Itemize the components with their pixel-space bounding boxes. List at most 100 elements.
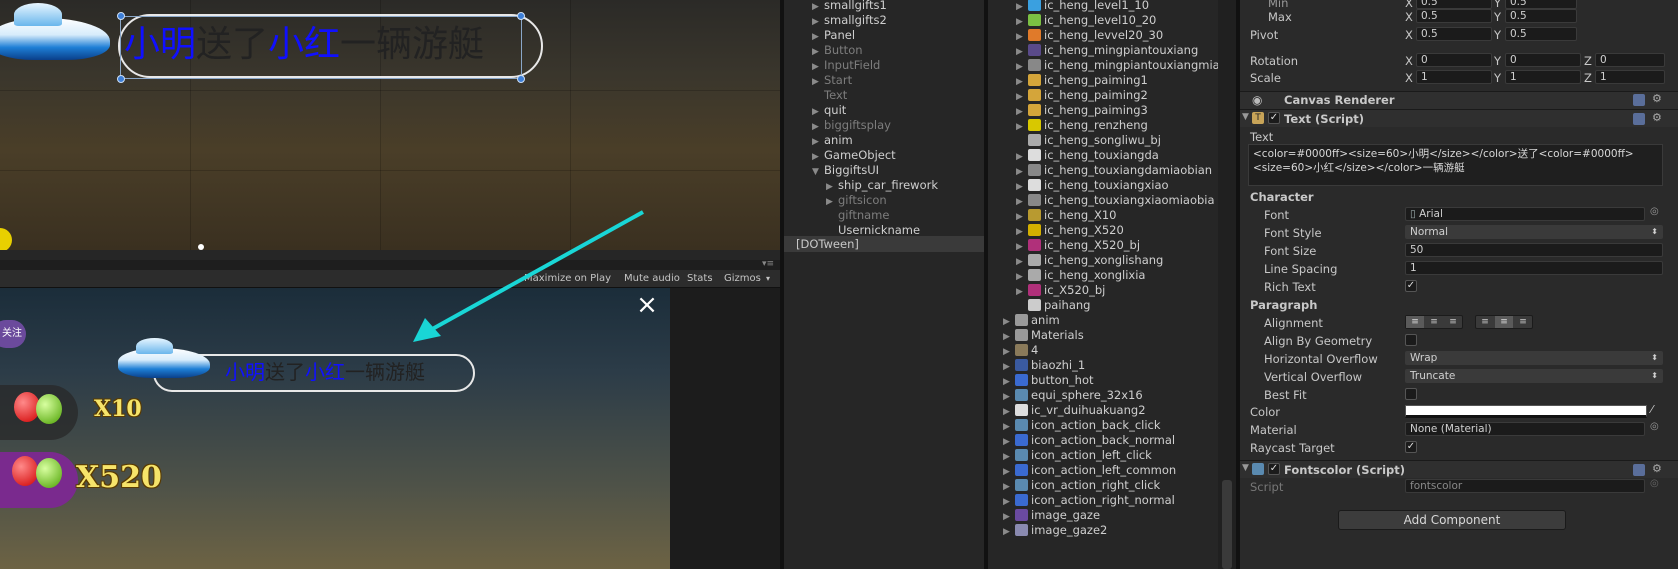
raycast-target-checkbox[interactable]: ✓: [1405, 441, 1417, 453]
object-picker-icon[interactable]: ◎: [1650, 206, 1659, 217]
hierarchy-item[interactable]: ▶ GameObject: [812, 147, 896, 163]
project-item[interactable]: ▶ ic_heng_paiming3: [1016, 102, 1148, 118]
expand-arrow-icon[interactable]: ▶: [1003, 524, 1015, 540]
gizmos-dropdown-icon[interactable]: ▾: [762, 272, 774, 286]
pivot-y-field[interactable]: 0.5: [1505, 27, 1577, 41]
color-swatch[interactable]: [1405, 405, 1647, 418]
project-item[interactable]: ▶ ic_heng_touxiangda: [1016, 147, 1159, 163]
font-size-field[interactable]: 50: [1405, 243, 1663, 257]
project-item[interactable]: ▶ ic_heng_renzheng: [1016, 117, 1148, 133]
scale-x-field[interactable]: 1: [1416, 70, 1492, 84]
hierarchy-item[interactable]: ▶ giftsicon: [826, 192, 887, 208]
project-item[interactable]: ▶ equi_sphere_32x16: [1003, 387, 1143, 403]
text-content-area[interactable]: <color=#0000ff><size=60>小明</size></color…: [1248, 144, 1663, 186]
project-item[interactable]: ▶ ic_heng_paiming1: [1016, 72, 1148, 88]
project-item[interactable]: ▶ ic_X520_bj: [1016, 282, 1105, 298]
vertical-overflow-dropdown[interactable]: Truncate ⬍: [1405, 369, 1663, 383]
horizontal-overflow-dropdown[interactable]: Wrap ⬍: [1405, 351, 1663, 365]
project-item[interactable]: ▶ ic_heng_touxiangxiaomiaobia: [1016, 192, 1215, 208]
help-book-icon[interactable]: [1633, 464, 1645, 476]
project-item[interactable]: ▶ ic_heng_xonglishang: [1016, 252, 1163, 268]
font-field[interactable]: ▯ Arial: [1405, 207, 1645, 221]
scale-z-field[interactable]: 1: [1595, 70, 1665, 84]
font-style-dropdown[interactable]: Normal ⬍: [1405, 225, 1663, 239]
rotation-z-field[interactable]: 0: [1595, 53, 1665, 67]
project-item[interactable]: ▶ ic_heng_mingpiantouxiang: [1016, 42, 1198, 58]
project-item[interactable]: ▶ icon_action_right_click: [1003, 477, 1160, 493]
expand-arrow-icon[interactable]: ▼: [812, 164, 824, 180]
dotween-item[interactable]: [DOTween]: [796, 236, 859, 252]
eyedropper-icon[interactable]: ⁄: [1651, 403, 1653, 416]
help-book-icon[interactable]: [1633, 94, 1645, 106]
project-item[interactable]: ▶ ic_heng_xonglixia: [1016, 267, 1145, 283]
fontscolor-enabled-checkbox[interactable]: ✓: [1268, 463, 1280, 475]
min-x-field[interactable]: 0.5: [1416, 0, 1492, 9]
add-component-button[interactable]: Add Component: [1338, 510, 1566, 530]
gear-icon[interactable]: ⚙: [1652, 93, 1664, 105]
project-item[interactable]: ▶ ic_heng_X10: [1016, 207, 1116, 223]
align-top-icon[interactable]: ≡: [1476, 316, 1494, 328]
max-x-field[interactable]: 0.5: [1416, 9, 1492, 23]
rect-handle-icon[interactable]: [517, 75, 525, 83]
project-item[interactable]: ic_heng_songliwu_bj: [1016, 132, 1161, 148]
gear-icon[interactable]: ⚙: [1652, 112, 1664, 124]
follow-button[interactable]: 关注: [0, 320, 26, 348]
line-spacing-field[interactable]: 1: [1405, 261, 1663, 275]
project-item[interactable]: ▶ icon_action_back_normal: [1003, 432, 1175, 448]
project-item[interactable]: ▶ ic_heng_paiming2: [1016, 87, 1148, 103]
gizmos-button[interactable]: Gizmos: [720, 272, 765, 286]
rect-handle-icon[interactable]: [117, 12, 125, 20]
panel-menu-icon[interactable]: ▾≡: [762, 259, 774, 269]
collapse-arrow-icon[interactable]: ▼: [1242, 112, 1249, 122]
project-item[interactable]: ▶ ic_heng_touxiangxiao: [1016, 177, 1169, 193]
project-item[interactable]: ▶ 4: [1003, 342, 1038, 358]
align-left-icon[interactable]: ≡: [1406, 316, 1424, 328]
project-item[interactable]: ▶ icon_action_left_click: [1003, 447, 1152, 463]
project-item[interactable]: ▶ ic_heng_level10_20: [1016, 12, 1156, 28]
hierarchy-item[interactable]: ▶ Panel: [812, 27, 855, 43]
project-scroll-thumb[interactable]: [1222, 480, 1232, 569]
rect-handle-icon[interactable]: [117, 75, 125, 83]
hierarchy-item[interactable]: ▼ BiggiftsUI: [812, 162, 879, 178]
project-item[interactable]: ▶ icon_action_right_normal: [1003, 492, 1175, 508]
project-item[interactable]: ▶ anim: [1003, 312, 1060, 328]
rich-text-checkbox[interactable]: ✓: [1405, 280, 1417, 292]
align-right-icon[interactable]: ≡: [1444, 316, 1462, 328]
align-center-icon[interactable]: ≡: [1425, 316, 1443, 328]
scale-y-field[interactable]: 1: [1505, 70, 1581, 84]
help-book-icon[interactable]: [1633, 113, 1645, 125]
hierarchy-item[interactable]: ▶ quit: [812, 102, 846, 118]
project-item[interactable]: ▶ ic_vr_duihuakuang2: [1003, 402, 1146, 418]
project-item[interactable]: ▶ biaozhi_1: [1003, 357, 1085, 373]
hierarchy-item[interactable]: giftname: [826, 207, 889, 223]
text-enabled-checkbox[interactable]: ✓: [1268, 112, 1280, 124]
project-item[interactable]: ▶ image_gaze2: [1003, 522, 1107, 538]
project-item[interactable]: ▶ ic_heng_levvel20_30: [1016, 27, 1163, 43]
hierarchy-item[interactable]: ▶ smallgifts2: [812, 12, 887, 28]
hierarchy-item[interactable]: Text: [812, 87, 847, 103]
min-y-field[interactable]: 0.5: [1505, 0, 1577, 9]
collapse-arrow-icon[interactable]: ▼: [1242, 463, 1249, 473]
gear-icon[interactable]: ⚙: [1652, 463, 1664, 475]
hierarchy-item[interactable]: ▶ biggiftsplay: [812, 117, 891, 133]
stats-button[interactable]: Stats: [683, 272, 717, 286]
hierarchy-item[interactable]: ▶ anim: [812, 132, 853, 148]
hierarchy-item[interactable]: ▶ Button: [812, 42, 863, 58]
align-middle-icon[interactable]: ≡: [1495, 316, 1513, 328]
hierarchy-item[interactable]: ▶ Start: [812, 72, 852, 88]
object-picker-icon[interactable]: ◎: [1650, 421, 1659, 432]
project-item[interactable]: ▶ ic_heng_mingpiantouxiangmia: [1016, 57, 1220, 73]
project-item[interactable]: ▶ Materials: [1003, 327, 1084, 343]
project-item[interactable]: ▶ ic_heng_touxiangdamiaobian: [1016, 162, 1212, 178]
project-item[interactable]: ▶ image_gaze: [1003, 507, 1100, 523]
align-by-geometry-checkbox[interactable]: [1405, 334, 1417, 346]
max-y-field[interactable]: 0.5: [1505, 9, 1577, 23]
rect-handle-icon[interactable]: [517, 12, 525, 20]
rotation-y-field[interactable]: 0: [1505, 53, 1581, 67]
project-item[interactable]: ▶ ic_heng_X520: [1016, 222, 1124, 238]
project-item[interactable]: paihang: [1016, 297, 1090, 313]
hierarchy-item[interactable]: ▶ InputField: [812, 57, 880, 73]
best-fit-checkbox[interactable]: [1405, 388, 1417, 400]
rotation-x-field[interactable]: 0: [1416, 53, 1492, 67]
hierarchy-item[interactable]: ▶ ship_car_firework: [826, 177, 938, 193]
